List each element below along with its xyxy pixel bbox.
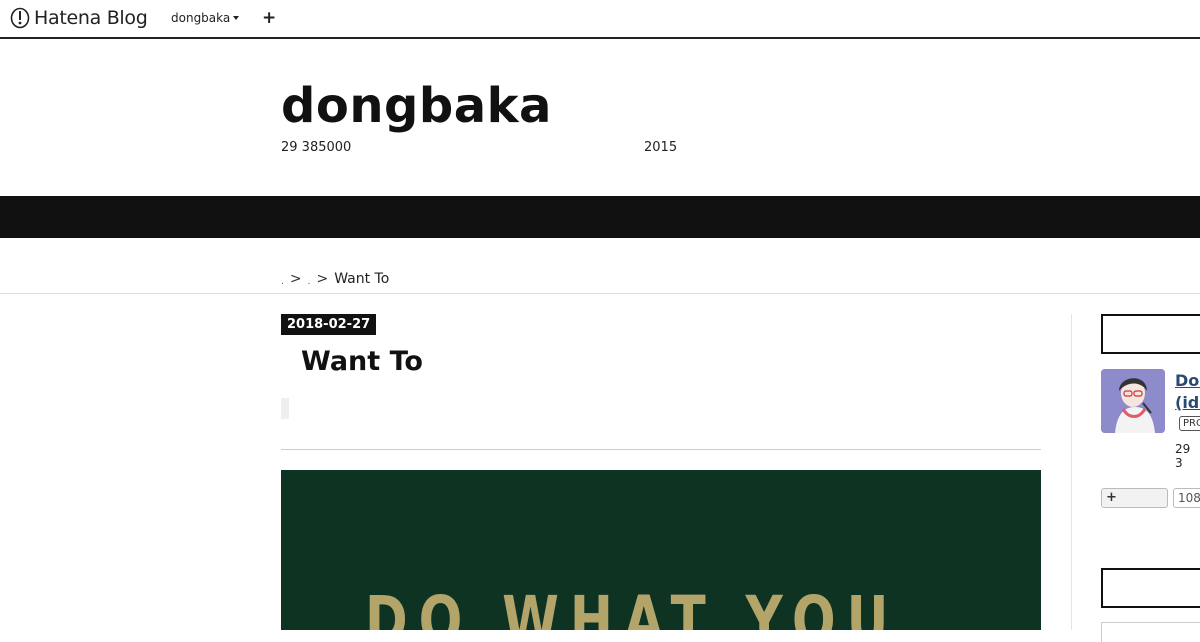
breadcrumb-home-link[interactable]: . bbox=[281, 277, 284, 287]
profile-id: (id: bbox=[1175, 393, 1200, 412]
pro-badge: PRO bbox=[1179, 416, 1200, 431]
hero-image-text: DO WHAT YOU bbox=[365, 582, 900, 630]
global-header: Hatena Blog dongbaka + bbox=[0, 0, 1200, 39]
breadcrumb-separator: > bbox=[289, 271, 302, 287]
profile-name: Dor bbox=[1175, 371, 1200, 390]
entry-divider bbox=[281, 449, 1041, 450]
blog-description-left: 29 385000 bbox=[281, 140, 352, 155]
global-nav-band bbox=[0, 196, 1200, 238]
blog-title[interactable]: dongbaka bbox=[281, 78, 552, 134]
profile-name-link[interactable]: Dor (id: bbox=[1175, 370, 1200, 414]
logo-text: Hatena Blog bbox=[34, 7, 148, 29]
caret-down-icon bbox=[233, 16, 240, 20]
avatar-illustration-icon bbox=[1101, 369, 1165, 433]
column-divider bbox=[1071, 314, 1072, 630]
hatena-blog-logo[interactable]: Hatena Blog bbox=[10, 7, 148, 29]
blog-menu-dropdown[interactable]: dongbaka bbox=[171, 11, 240, 25]
entry-date[interactable]: 2018-02-27 bbox=[281, 314, 377, 335]
profile-avatar[interactable] bbox=[1101, 369, 1165, 433]
add-icon[interactable]: + bbox=[262, 8, 276, 28]
entry-title[interactable]: Want To bbox=[301, 346, 423, 377]
profile-description: 29 3 bbox=[1175, 442, 1191, 470]
blog-description-right: 2015 bbox=[644, 140, 678, 155]
entry-hero-image: DO WHAT YOU bbox=[281, 470, 1041, 630]
entry-category-tag[interactable] bbox=[281, 398, 289, 419]
blog-menu-label: dongbaka bbox=[171, 11, 231, 25]
sidebar-module-body bbox=[1101, 622, 1200, 642]
hatena-logo-icon bbox=[10, 7, 30, 29]
breadcrumb: . > . > Want To bbox=[281, 271, 389, 287]
breadcrumb-category-link[interactable]: . bbox=[308, 277, 311, 287]
breadcrumb-divider bbox=[0, 293, 1200, 294]
follower-count[interactable]: 108 bbox=[1173, 488, 1200, 508]
breadcrumb-separator: > bbox=[316, 271, 329, 287]
sidebar-module-header bbox=[1101, 314, 1200, 354]
follow-button[interactable]: + bbox=[1101, 488, 1168, 508]
sidebar-module-header-2 bbox=[1101, 568, 1200, 608]
breadcrumb-current: Want To bbox=[334, 271, 390, 287]
